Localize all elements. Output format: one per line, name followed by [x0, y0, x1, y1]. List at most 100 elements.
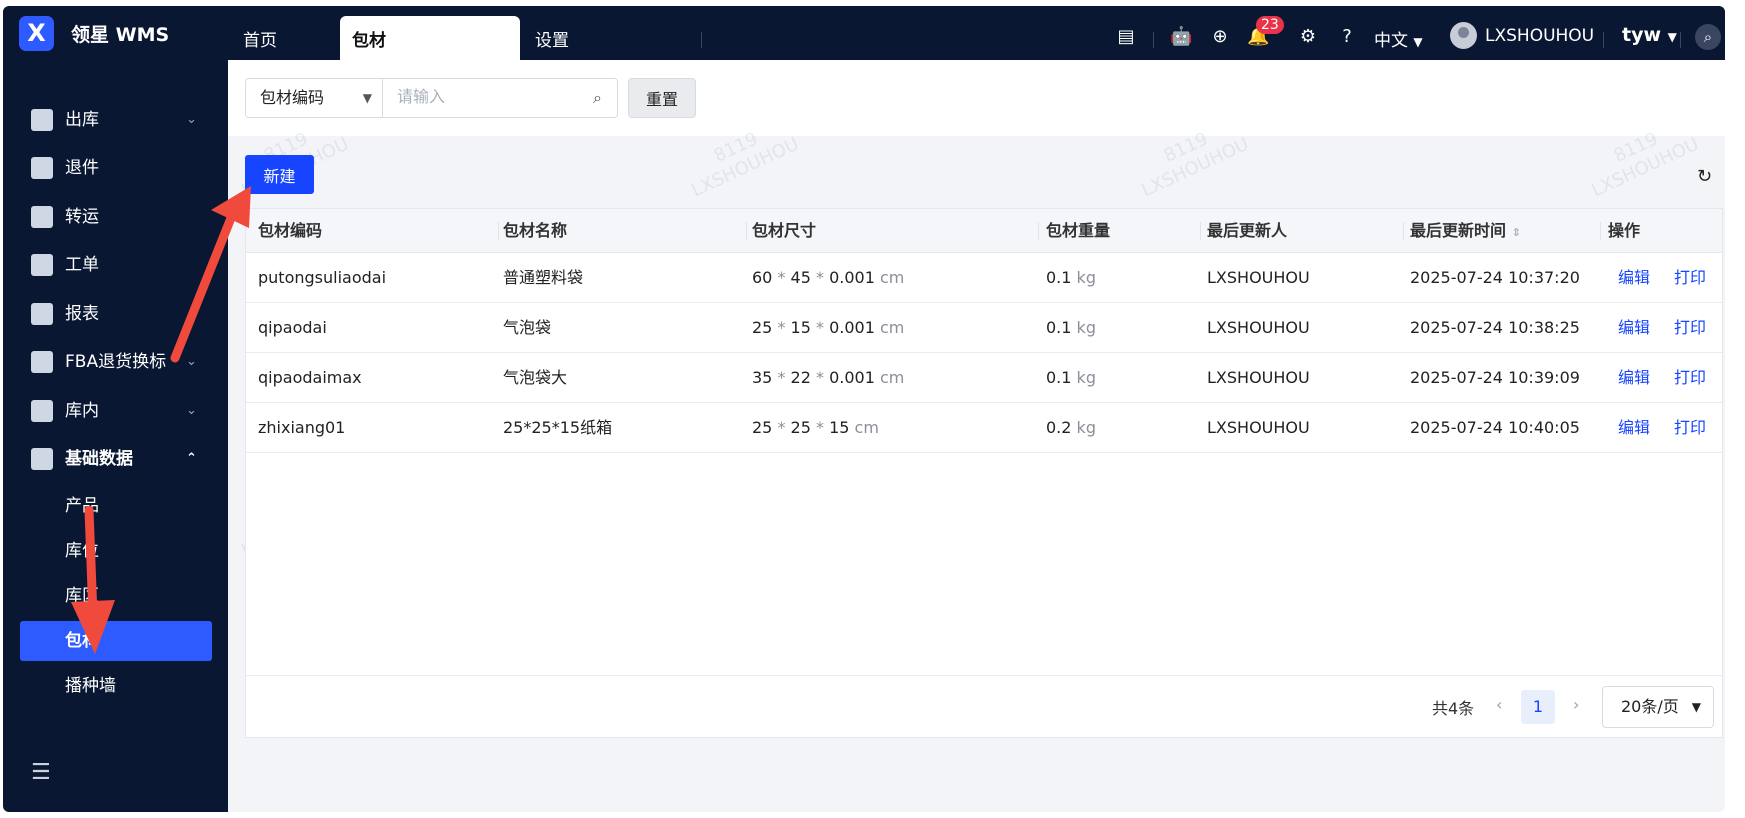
search-icon[interactable]: ⌕ — [1695, 24, 1721, 50]
logo-icon: X — [19, 16, 54, 51]
sidebar-item-workorder[interactable]: 工单 — [3, 245, 228, 285]
language-label: 中文 — [1374, 31, 1408, 51]
pagination: 共4条 ‹ 1 › 20条/页 ▼ — [246, 675, 1722, 737]
column-header: 包材编码 — [258, 221, 323, 240]
cell-size-length: 60 — [752, 268, 773, 287]
username[interactable]: LXSHOUHOU — [1485, 26, 1594, 46]
sidebar-subitem-locations[interactable]: 库位 — [3, 531, 228, 571]
sidebar-item-inventory[interactable]: 库内 ⌄ — [3, 391, 228, 431]
column-divider — [1200, 222, 1201, 240]
chevron-down-icon: ⌄ — [186, 354, 197, 369]
pagination-current-page[interactable]: 1 — [1521, 690, 1555, 724]
column-divider — [498, 222, 499, 240]
print-link[interactable]: 打印 — [1674, 303, 1706, 353]
sidebar-item-reports[interactable]: 报表 — [3, 294, 228, 334]
notification-badge: 23 — [1256, 16, 1284, 34]
watermark-line: LXSHOUHOU — [688, 133, 803, 202]
inbox-icon[interactable]: ▤ — [1115, 26, 1137, 48]
page-size-value: 20条/页 — [1621, 697, 1679, 716]
chevron-down-icon: ▼ — [1413, 35, 1423, 49]
edit-link[interactable]: 编辑 — [1618, 403, 1650, 453]
sidebar-subitem-label: 播种墙 — [65, 676, 116, 696]
cell-updater: LXSHOUHOU — [1207, 418, 1310, 437]
sort-icon: ⇕ — [1511, 226, 1521, 239]
edit-link[interactable]: 编辑 — [1618, 303, 1650, 353]
search-icon[interactable]: ⌕ — [593, 88, 602, 108]
tab-divider — [701, 32, 702, 48]
search-input[interactable] — [382, 78, 618, 118]
sidebar-subitem-zones[interactable]: 库区 — [3, 576, 228, 616]
print-link[interactable]: 打印 — [1674, 353, 1706, 403]
cell-size-width: 15 — [790, 318, 811, 337]
sidebar-subitem-label: 库位 — [65, 541, 99, 561]
brand-name: 领星 WMS — [71, 24, 170, 46]
table-row: qipaodai 气泡袋 25 * 15 * 0.001 cm 0.1 kg L… — [246, 303, 1722, 353]
chevron-down-icon: ▼ — [362, 91, 372, 105]
warehouse-icon — [31, 400, 53, 422]
cell-weight: 0.2 kg — [1046, 403, 1096, 453]
cell-size-width: 45 — [790, 268, 811, 287]
collapse-menu-icon[interactable]: ☰ — [31, 760, 51, 785]
cell-weight-value: 0.1 — [1046, 368, 1072, 387]
chevron-down-icon: ⌄ — [186, 403, 197, 418]
sidebar-subitem-sorting-wall[interactable]: 播种墙 — [3, 666, 228, 706]
download-icon[interactable]: ⊕ — [1209, 26, 1231, 48]
column-header: 包材重量 — [1046, 221, 1111, 240]
tab-packaging[interactable]: 包材 — [340, 16, 520, 60]
cell-code: putongsuliaodai — [258, 268, 387, 287]
column-header-sortable[interactable]: 最后更新时间 ⇕ — [1410, 209, 1521, 253]
sidebar-subitem-products[interactable]: 产品 — [3, 486, 228, 526]
cell-size: 35 * 22 * 0.001 cm — [752, 368, 905, 387]
cell-size: 25 * 25 * 15 cm — [752, 418, 879, 437]
amazon-icon — [31, 351, 53, 373]
filter-field-select[interactable]: 包材编码 ▼ — [245, 78, 383, 118]
pagination-total: 共4条 — [1432, 699, 1475, 718]
tab-home[interactable]: 首页 — [231, 16, 289, 60]
chevron-right-icon[interactable]: › — [1573, 695, 1579, 714]
edit-link[interactable]: 编辑 — [1618, 353, 1650, 403]
avatar[interactable] — [1450, 22, 1477, 49]
sidebar-item-label: 出库 — [65, 110, 99, 130]
cell-updater: LXSHOUHOU — [1207, 268, 1310, 287]
print-link[interactable]: 打印 — [1674, 403, 1706, 453]
gear-icon[interactable]: ⚙ — [1297, 26, 1319, 48]
account-switcher[interactable]: tyw ▼ — [1622, 24, 1677, 46]
robot-icon[interactable]: 🤖 — [1170, 26, 1192, 48]
sidebar-subitem-packaging[interactable]: 包材 — [20, 621, 212, 661]
column-header: 包材尺寸 — [752, 221, 817, 240]
print-link[interactable]: 打印 — [1674, 253, 1706, 303]
column-divider — [1403, 222, 1404, 240]
reset-button[interactable]: 重置 — [628, 78, 696, 118]
chart-icon — [31, 303, 53, 325]
filter-toolbar: 包材编码 ▼ ⌕ 重置 — [228, 60, 1725, 136]
cell-size: 60 * 45 * 0.001 cm — [752, 268, 905, 287]
cell-size-unit: cm — [880, 318, 905, 337]
sidebar-item-fba-relabel[interactable]: FBA退货换标 ⌄ — [3, 342, 228, 382]
cell-weight-unit: kg — [1076, 318, 1096, 337]
sidebar-item-base-data[interactable]: 基础数据 ⌃ — [3, 439, 228, 479]
column-divider — [1600, 222, 1601, 240]
cell-name: 普通塑料袋 — [503, 268, 584, 287]
user-divider — [1603, 32, 1604, 48]
language-switcher[interactable]: 中文 ▼ — [1374, 26, 1423, 51]
cell-size-width: 22 — [790, 368, 811, 387]
cell-size-height: 15 — [829, 418, 850, 437]
cell-size-height: 0.001 — [829, 368, 875, 387]
filter-field-value: 包材编码 — [260, 88, 325, 107]
refresh-icon[interactable]: ↻ — [1697, 166, 1712, 187]
watermark-line: LXSHOUHOU — [1138, 133, 1253, 202]
sidebar-item-returns[interactable]: 退件 — [3, 148, 228, 188]
chevron-left-icon[interactable]: ‹ — [1496, 695, 1502, 714]
tab-settings[interactable]: 设置 — [523, 16, 581, 60]
cell-code: zhixiang01 — [258, 418, 346, 437]
page-size-select[interactable]: 20条/页 ▼ — [1602, 686, 1714, 728]
sidebar-item-transfer[interactable]: 转运 — [3, 197, 228, 237]
help-icon[interactable]: ? — [1336, 26, 1358, 48]
edit-link[interactable]: 编辑 — [1618, 253, 1650, 303]
sidebar-item-outbound[interactable]: 出库 ⌄ — [3, 100, 228, 140]
cell-weight-unit: kg — [1076, 418, 1096, 437]
sidebar-item-label: 报表 — [65, 304, 99, 324]
new-button[interactable]: 新建 — [245, 155, 314, 194]
sidebar-item-label: FBA退货换标 — [65, 352, 167, 372]
column-divider — [746, 222, 747, 240]
